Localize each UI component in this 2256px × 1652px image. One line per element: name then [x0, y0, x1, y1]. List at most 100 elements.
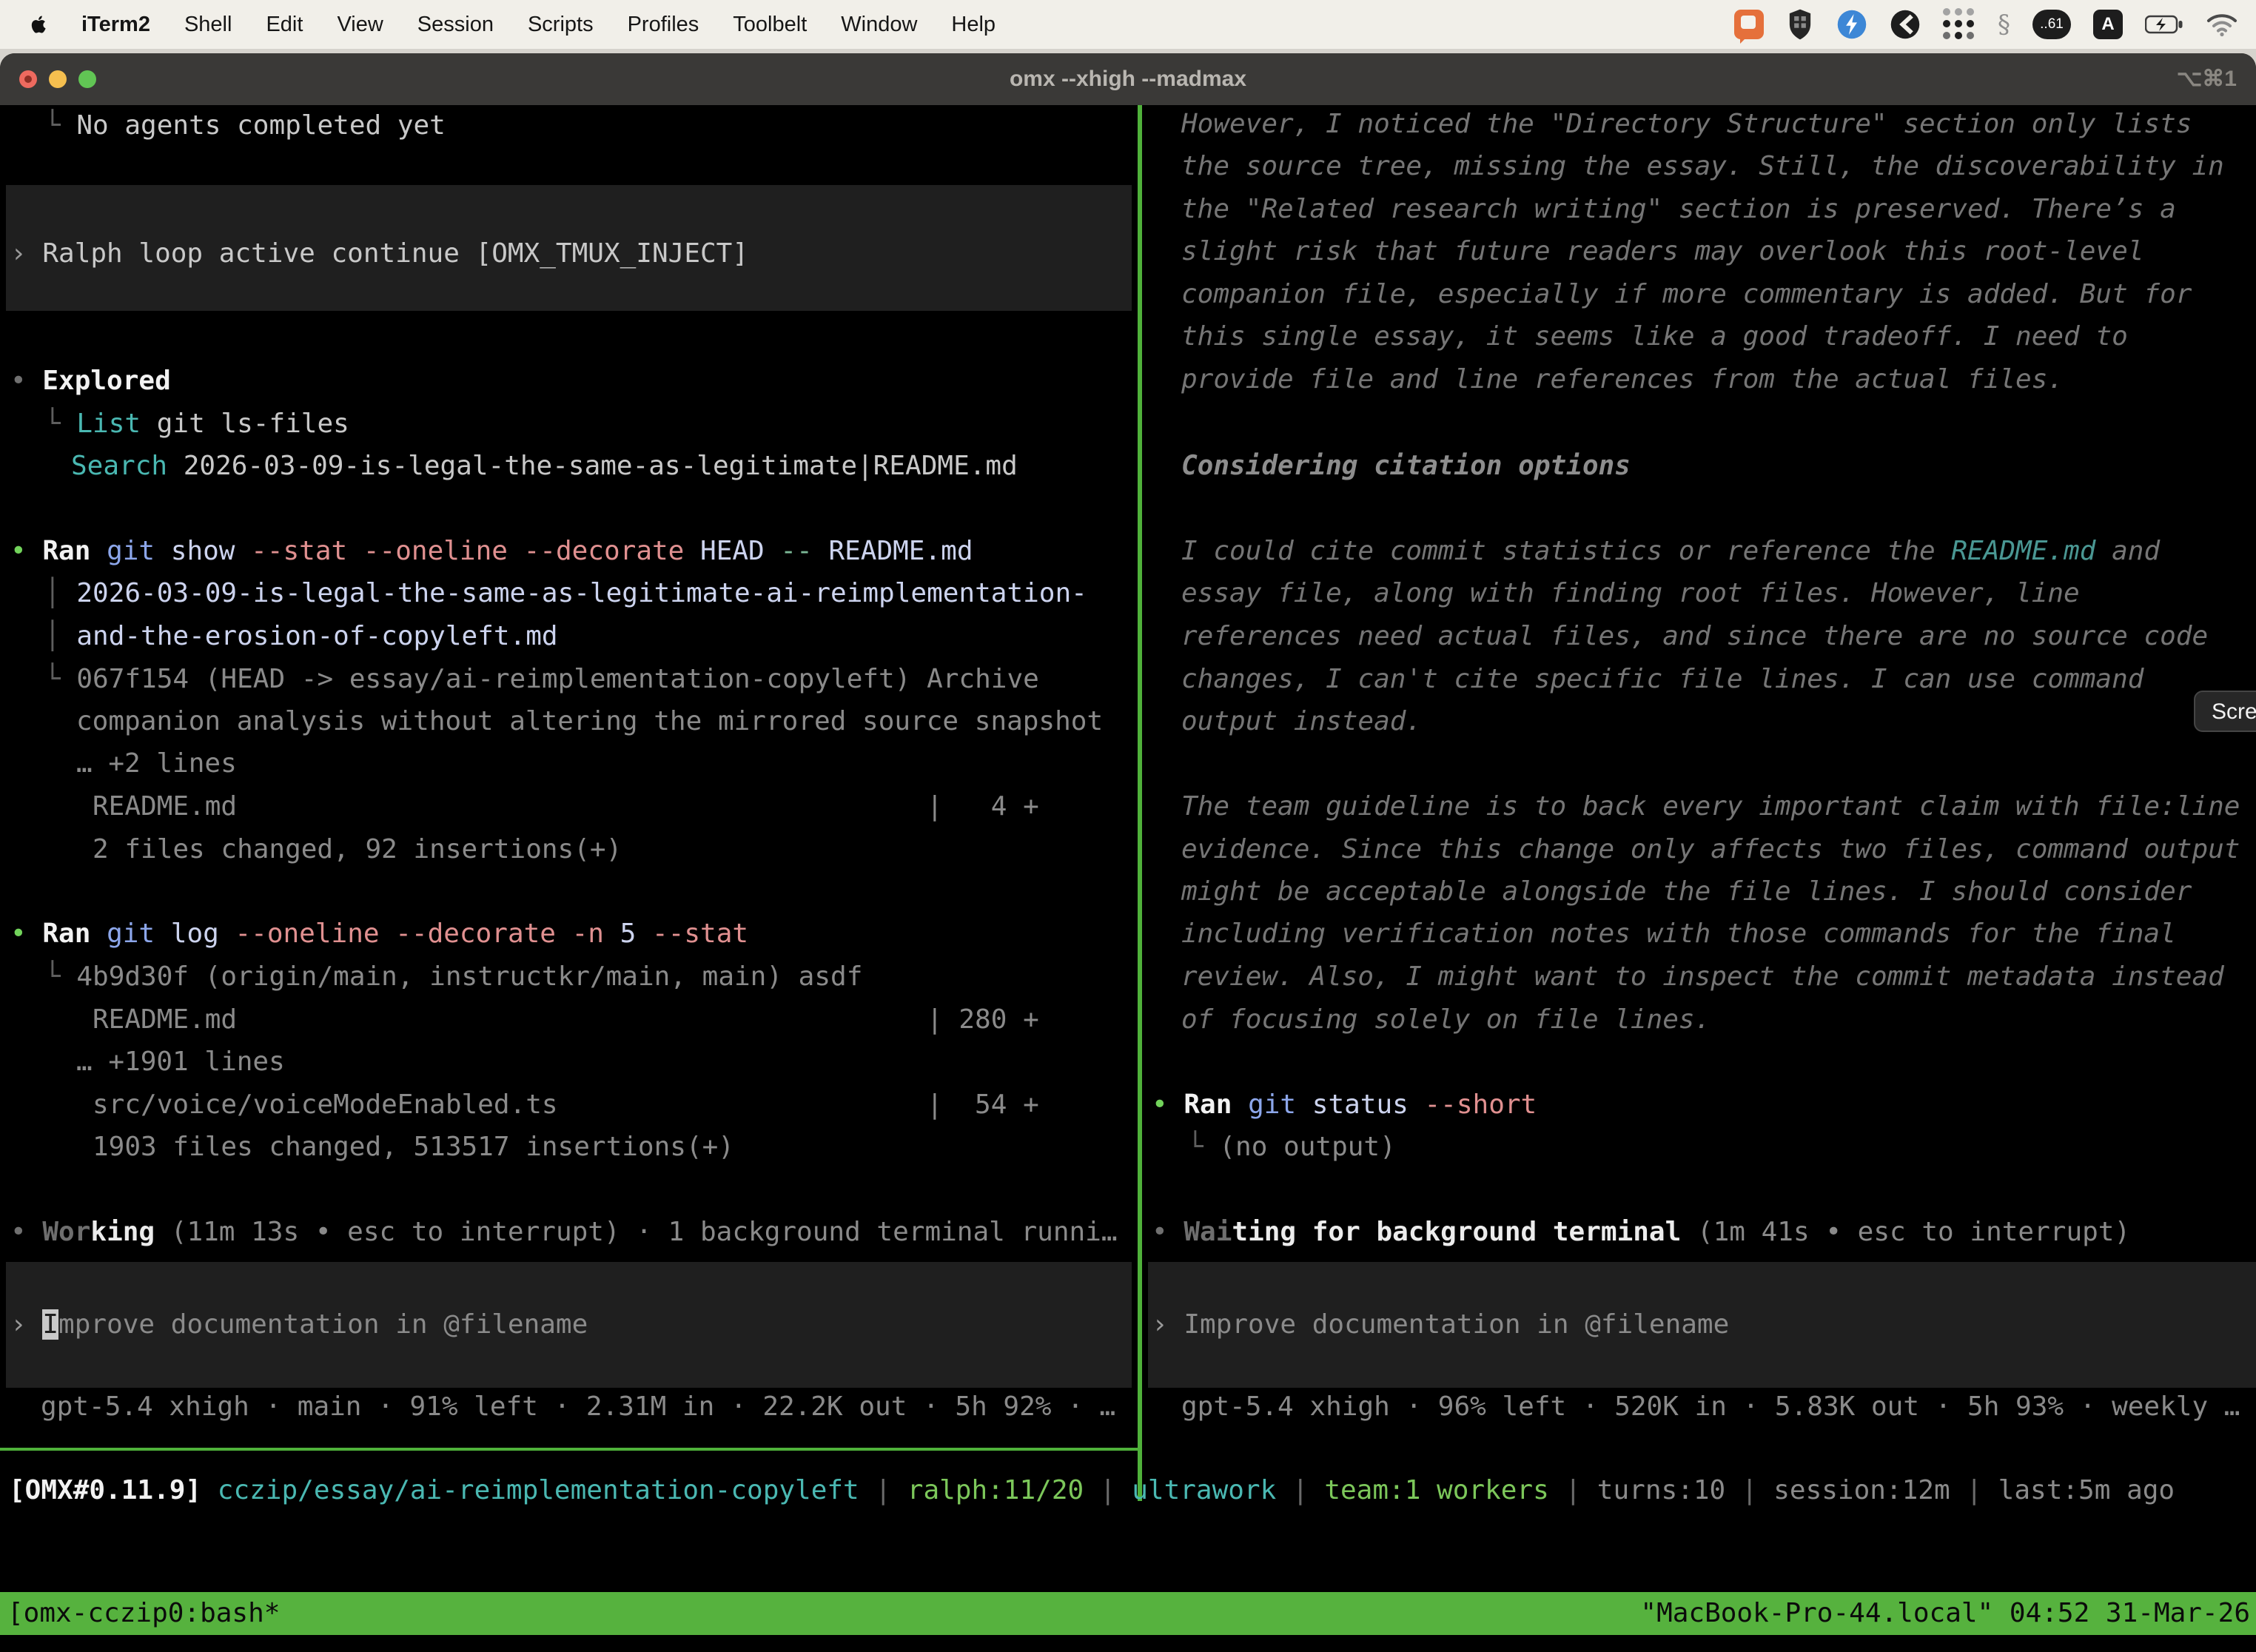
terminal-text-segment: --short: [1409, 1089, 1537, 1120]
terminal-text-segment: output instead.: [1181, 706, 1422, 736]
terminal-text-segment: •: [10, 1217, 42, 1247]
thinking-text: The team guideline is to back every impo…: [1181, 785, 2240, 828]
terminal-text-segment: … +2 lines: [76, 748, 237, 779]
terminal-text-segment: [1232, 1089, 1248, 1120]
menu-item-profiles[interactable]: Profiles: [628, 13, 699, 37]
battery-icon[interactable]: [2145, 8, 2183, 41]
git-output: └ 067f154 (HEAD -> essay/ai-reimplementa…: [44, 658, 1039, 701]
apple-menu-icon[interactable]: [28, 13, 50, 36]
terminal-text-segment: └: [1187, 1132, 1219, 1162]
terminal-text-segment: Ran: [42, 919, 90, 949]
terminal-pane-left[interactable]: └ No agents completed yet› Ralph loop ac…: [0, 105, 1138, 1501]
terminal-text-segment: [90, 536, 107, 566]
terminal-text-segment: Wai: [1184, 1217, 1232, 1247]
terminal-text-segment: gpt-5.4 xhigh · main · 91% left · 2.31M …: [41, 1391, 1115, 1422]
terminal-text-segment: Ran: [1184, 1089, 1232, 1120]
omx-status-segment: |: [1084, 1475, 1132, 1505]
tmux-host-clock: "MacBook-Pro-44.local" 04:52 31-Mar-26: [1640, 1592, 2250, 1635]
terminal-text-segment: 5: [604, 919, 636, 949]
notification-chat-icon[interactable]: [1734, 8, 1764, 41]
menu-item-view[interactable]: View: [337, 13, 383, 37]
terminal-text-segment: evidence. Since this change only affects…: [1181, 834, 2240, 864]
title-bar: omx --xhigh --madmax ⌥⌘1: [0, 53, 2256, 107]
terminal-text-segment: 1903 files changed, 513517 insertions(+): [93, 1132, 734, 1162]
terminal-text-segment: README.md: [813, 536, 973, 566]
git-stat-summary: 1903 files changed, 513517 insertions(+): [93, 1126, 734, 1169]
percent-badge-icon[interactable]: ..61: [2032, 8, 2071, 41]
window-title: omx --xhigh --madmax: [0, 53, 2256, 105]
thinking-text: changes, I can't cite specific file line…: [1181, 658, 2143, 701]
ralph-loop-banner: › Ralph loop active continue [OMX_TMUX_I…: [10, 232, 748, 275]
terminal-text-segment: Explored: [42, 366, 170, 396]
terminal-text-segment: provide file and line references from th…: [1181, 364, 2064, 394]
menu-item-edit[interactable]: Edit: [266, 13, 303, 37]
terminal-text-segment: List: [76, 409, 141, 439]
menu-item-window[interactable]: Window: [841, 13, 917, 37]
explored-header: • Explored: [10, 360, 171, 403]
terminal-text-segment: mprove documentation in @filename: [58, 1309, 588, 1340]
badge-label: ..61: [2032, 10, 2071, 39]
pie-arc-icon[interactable]: [1890, 8, 1921, 41]
omx-status-segment: |: [1549, 1475, 1597, 1505]
terminal-text-segment: (11m 13s • esc to interrupt) · 1 backgro…: [155, 1217, 1117, 1247]
terminal-text-segment: └: [44, 110, 76, 141]
explored-search: Search 2026-03-09-is-legal-the-same-as-l…: [71, 445, 1018, 488]
screen-tooltip: Scre: [2194, 691, 2256, 732]
terminal-text-segment: README.md | 280 +: [93, 1004, 1039, 1035]
menu-item-shell[interactable]: Shell: [184, 13, 232, 37]
menu-item-toolbelt[interactable]: Toolbelt: [733, 13, 807, 37]
menu-item-session[interactable]: Session: [417, 13, 494, 37]
terminal-text-segment: └: [44, 409, 76, 439]
omx-status-segment: [201, 1475, 218, 1505]
terminal-text-segment: companion analysis without altering the …: [76, 706, 1103, 736]
shield-icon[interactable]: [1786, 8, 1814, 41]
waiting-status: • Waiting for background terminal (1m 41…: [1152, 1211, 2130, 1254]
terminal-text-segment: 2026-03-09-is-legal-the-same-as-legitima…: [76, 578, 1087, 608]
terminal-text-segment: However, I noticed the "Directory Struct…: [1181, 109, 2192, 139]
terminal-text-segment: might be acceptable alongside the file l…: [1181, 876, 2192, 907]
terminal-text-segment: ›: [10, 1309, 42, 1340]
thinking-text: I could cite commit statistics or refere…: [1181, 530, 2160, 573]
omx-status-segment: ralph:11/20: [907, 1475, 1084, 1505]
terminal-text-segment: log: [155, 919, 219, 949]
terminal-text-segment: │: [44, 621, 76, 651]
terminal-text-segment: 067f154 (HEAD -> essay/ai-reimplementati…: [76, 664, 1038, 694]
wifi-icon[interactable]: [2206, 8, 2238, 41]
git-output: └ (no output): [1187, 1126, 1396, 1169]
thinking-text: essay file, along with finding root file…: [1181, 572, 2080, 615]
omx-status-segment: [OMX#0.11.9]: [9, 1475, 201, 1505]
command-arg-wrap: │ and-the-erosion-of-copyleft.md: [44, 615, 558, 658]
bolt-circle-icon[interactable]: [1836, 8, 1867, 41]
thinking-text: this single essay, it seems like a good …: [1181, 315, 2128, 358]
terminal-text-segment: ting for background terminal: [1232, 1217, 1681, 1247]
terminal-text-segment: references need actual files, and since …: [1181, 621, 2208, 651]
dots-grid-icon[interactable]: [1943, 8, 1975, 41]
terminal-text-segment: Search: [71, 451, 167, 481]
terminal-text-segment: the source tree, missing the essay. Stil…: [1181, 151, 2224, 181]
text-cursor: I: [42, 1309, 58, 1340]
menu-item-scripts[interactable]: Scripts: [528, 13, 594, 37]
squiggle-icon[interactable]: §: [1998, 8, 2010, 41]
thinking-text: the source tree, missing the essay. Stil…: [1181, 145, 2224, 188]
terminal-text-segment: Improve documentation in @filename: [1184, 1309, 1729, 1340]
terminal-text-segment: HEAD: [684, 536, 764, 566]
terminal-text-segment: the "Related research writing" section i…: [1181, 194, 2176, 224]
ran-git-status: • Ran git status --short: [1152, 1084, 1537, 1126]
thinking-text: output instead.: [1181, 700, 1422, 743]
omx-status-segment: last:5m ago: [1998, 1475, 2175, 1505]
command-arg-wrap: │ 2026-03-09-is-legal-the-same-as-legiti…: [44, 572, 1087, 615]
terminal-window: omx --xhigh --madmax ⌥⌘1 └ No agents com…: [0, 53, 2256, 1652]
thinking-text: companion file, especially if more comme…: [1181, 273, 2192, 316]
menu-item-iterm2[interactable]: iTerm2: [81, 13, 150, 37]
terminal-text-segment: •: [10, 919, 42, 949]
thinking-text: references need actual files, and since …: [1181, 615, 2208, 658]
terminal-text-segment: essay file, along with finding root file…: [1181, 578, 2080, 608]
git-output-elided: … +1901 lines: [76, 1041, 285, 1084]
menu-item-help[interactable]: Help: [951, 13, 996, 37]
terminal-text-segment: king: [90, 1217, 155, 1247]
terminal-text-segment: •: [1152, 1089, 1184, 1120]
terminal-text-segment: Wor: [42, 1217, 90, 1247]
terminal-pane-right[interactable]: However, I noticed the "Directory Struct…: [1142, 105, 2256, 1501]
ran-git-show: • Ran git show --stat --oneline --decora…: [10, 530, 973, 573]
keyboard-layout-icon[interactable]: A: [2093, 8, 2123, 41]
